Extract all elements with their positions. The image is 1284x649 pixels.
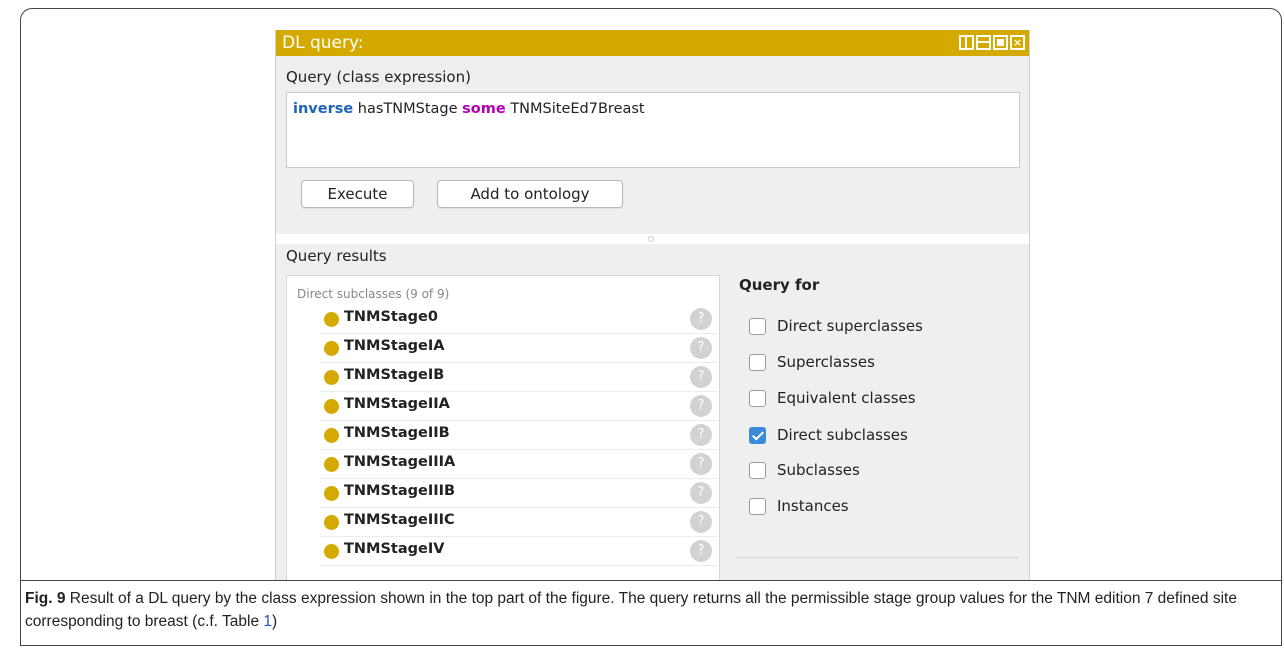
query-for-title: Query for [739, 276, 820, 294]
caption-text-end: ) [272, 613, 278, 630]
option-label: Superclasses [777, 353, 875, 371]
checkbox[interactable] [749, 498, 766, 515]
question-mark-icon[interactable]: ? [690, 453, 712, 475]
question-mark-icon[interactable]: ? [690, 395, 712, 417]
list-item[interactable]: TNMStageIIB ? [320, 421, 718, 450]
question-mark-icon[interactable]: ? [690, 366, 712, 388]
class-name: TNMStageIV [344, 541, 445, 557]
class-name: TNMStage0 [344, 309, 438, 325]
option-label: Subclasses [777, 461, 860, 479]
panel-title-bar: DL query: × [276, 30, 1029, 56]
question-mark-icon[interactable]: ? [690, 424, 712, 446]
list-item[interactable]: TNMStage0 ? [320, 305, 718, 334]
keyword-some: some [462, 101, 506, 117]
checkbox[interactable] [749, 462, 766, 479]
class-circle-icon [324, 544, 339, 559]
option-label: Instances [777, 497, 849, 515]
add-to-ontology-button[interactable]: Add to ontology [437, 180, 623, 208]
results-list: Direct subclasses (9 of 9) TNMStage0 ? T… [286, 275, 720, 580]
question-mark-icon[interactable]: ? [690, 482, 712, 504]
question-mark-icon[interactable]: ? [690, 511, 712, 533]
checkbox[interactable] [749, 318, 766, 335]
class-name: TNMStageIIIB [344, 483, 456, 499]
minimize-icon[interactable] [976, 35, 991, 50]
checkbox-checked[interactable] [749, 427, 766, 444]
class-circle-icon [324, 515, 339, 530]
class-circle-icon [324, 312, 339, 327]
figure-caption: Fig. 9 Result of a DL query by the class… [20, 580, 1282, 646]
figure-number: Fig. 9 [25, 590, 66, 607]
class-name: TNMStageIIB [344, 425, 450, 441]
query-label: Query (class expression) [286, 68, 471, 86]
list-item[interactable]: TNMStageIIA ? [320, 392, 718, 421]
list-item[interactable]: TNMStageIA ? [320, 334, 718, 363]
expression-part: hasTNMStage [353, 101, 463, 117]
class-circle-icon [324, 341, 339, 356]
divider-handle-icon[interactable] [648, 236, 654, 242]
list-item[interactable]: TNMStageIB ? [320, 363, 718, 392]
window-controls: × [959, 35, 1025, 50]
close-icon[interactable]: × [1010, 35, 1025, 50]
checkbox[interactable] [749, 354, 766, 371]
question-mark-icon[interactable]: ? [690, 308, 712, 330]
list-item[interactable]: TNMStageIIIC ? [320, 508, 718, 537]
keyword-inverse: inverse [293, 101, 354, 117]
maximize-icon[interactable] [993, 35, 1008, 50]
class-name: TNMStageIA [344, 338, 445, 354]
class-circle-icon [324, 486, 339, 501]
list-item[interactable]: TNMStageIV ? [320, 537, 718, 566]
option-label: Equivalent classes [777, 389, 916, 407]
execute-button[interactable]: Execute [301, 180, 414, 208]
divider [736, 557, 1019, 558]
list-item[interactable]: TNMStageIIIA ? [320, 450, 718, 479]
list-item[interactable]: TNMStageIIIB ? [320, 479, 718, 508]
class-circle-icon [324, 370, 339, 385]
class-expression-editor[interactable]: inverse hasTNMStage some TNMSiteEd7Breas… [286, 92, 1020, 168]
checkbox[interactable] [749, 390, 766, 407]
panel-title: DL query: [282, 33, 364, 53]
class-name: TNMStageIIIC [344, 512, 455, 528]
class-name: TNMStageIB [344, 367, 445, 383]
table-link[interactable]: 1 [263, 613, 272, 630]
expression-part: TNMSiteEd7Breast [505, 101, 645, 117]
option-label: Direct superclasses [777, 317, 923, 335]
split-pane-divider[interactable] [276, 234, 1029, 244]
split-view-icon[interactable] [959, 35, 974, 50]
results-header: Direct subclasses (9 of 9) [297, 287, 450, 301]
results-label: Query results [286, 247, 387, 265]
dl-query-panel: DL query: × Query (class expression) inv… [275, 30, 1030, 580]
class-circle-icon [324, 428, 339, 443]
question-mark-icon[interactable]: ? [690, 540, 712, 562]
class-name: TNMStageIIIA [344, 454, 456, 470]
class-name: TNMStageIIA [344, 396, 450, 412]
class-circle-icon [324, 457, 339, 472]
option-label: Direct subclasses [777, 426, 908, 444]
caption-text: Result of a DL query by the class expres… [25, 590, 1237, 630]
class-circle-icon [324, 399, 339, 414]
question-mark-icon[interactable]: ? [690, 337, 712, 359]
